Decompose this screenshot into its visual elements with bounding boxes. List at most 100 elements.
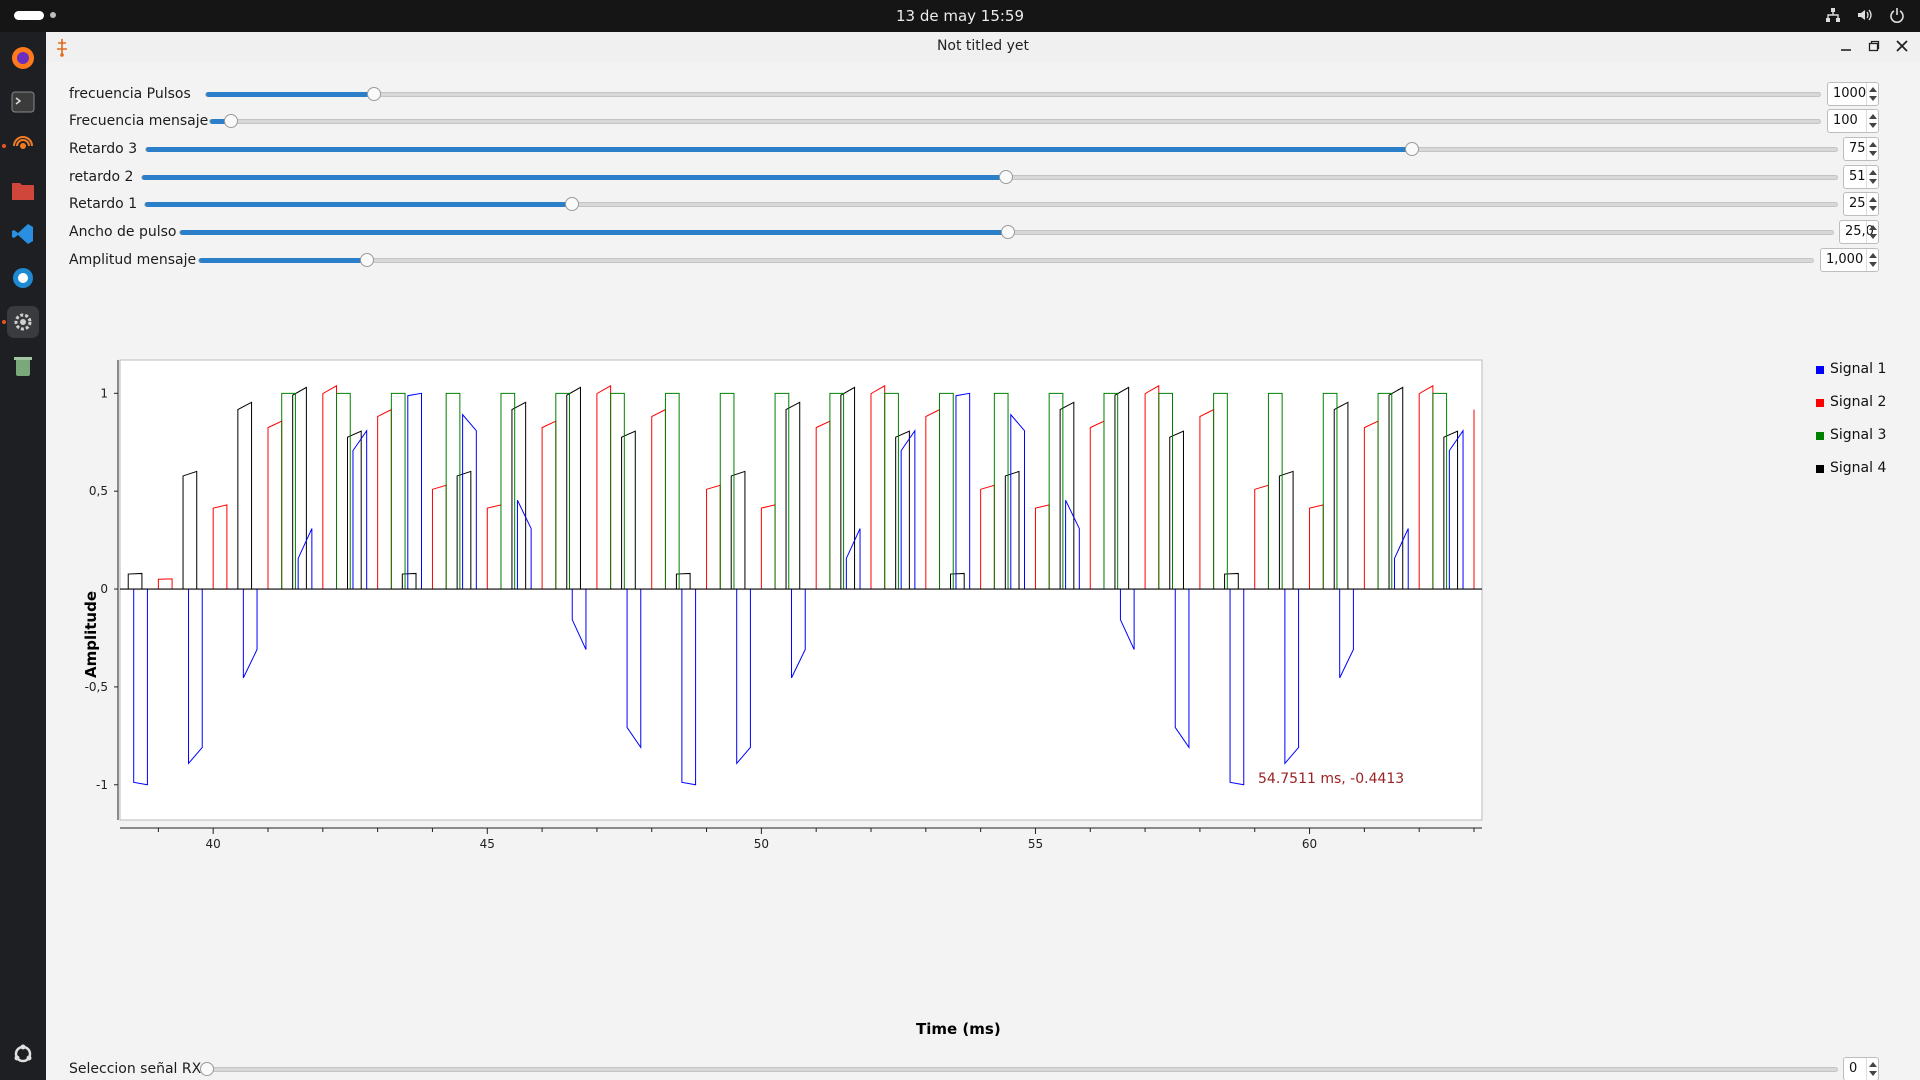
slider-label: Ancho de pulso [69, 224, 177, 240]
close-button[interactable] [1894, 38, 1910, 54]
slider-label: Seleccion señal RX [69, 1061, 202, 1077]
firefox-icon[interactable] [7, 42, 39, 74]
arrow-up-icon[interactable] [1869, 1062, 1877, 1067]
show-apps-icon[interactable] [7, 1038, 39, 1070]
gnuradio-icon[interactable] [7, 130, 39, 162]
spinbox-value: 1000 [1833, 86, 1867, 101]
slider-label: Frecuencia mensaje [69, 113, 209, 129]
slider-row: Retardo 3 75 [46, 135, 1920, 163]
legend-swatch [1816, 399, 1824, 407]
minimize-button[interactable] [1838, 38, 1854, 54]
spinbox-arrows[interactable] [1866, 138, 1878, 160]
spinbox-arrows[interactable] [1866, 83, 1878, 105]
slider-label: Retardo 1 [69, 196, 138, 212]
value-spinbox[interactable]: 1,000 [1820, 248, 1879, 272]
y-tick-label: 0 [100, 582, 108, 596]
running-indicator-icon [2, 320, 6, 324]
arrow-up-icon[interactable] [1869, 197, 1877, 202]
top-bar: 13 de may 15:59 [0, 0, 1920, 32]
slider-label: frecuencia Pulsos [69, 86, 191, 102]
terminal-icon[interactable] [7, 86, 39, 118]
arrow-up-icon[interactable] [1869, 225, 1877, 230]
spinbox-arrows[interactable] [1866, 110, 1878, 132]
arrow-down-icon[interactable] [1869, 179, 1877, 184]
slider-label: Amplitud mensaje [69, 252, 197, 268]
slider-track[interactable] [198, 253, 1814, 267]
volume-icon[interactable] [1856, 6, 1874, 24]
value-spinbox[interactable]: 0 [1843, 1057, 1879, 1080]
trash-icon[interactable] [7, 350, 39, 382]
slider-track[interactable] [145, 142, 1838, 156]
spinbox-value: 100 [1833, 113, 1858, 128]
slider-row: Retardo 1 25 [46, 190, 1920, 218]
arrow-up-icon[interactable] [1869, 253, 1877, 258]
arrow-up-icon[interactable] [1869, 142, 1877, 147]
activities-button[interactable] [14, 11, 44, 20]
slider-track[interactable] [209, 114, 1821, 128]
slider-handle[interactable] [200, 1062, 214, 1076]
title-bar[interactable]: Not titled yet [46, 32, 1920, 62]
slider-handle[interactable] [998, 170, 1013, 184]
value-spinbox[interactable]: 75 [1843, 137, 1879, 161]
x-tick-label: 50 [754, 837, 769, 851]
spinbox-arrows[interactable] [1866, 221, 1878, 243]
spinbox-arrows[interactable] [1866, 193, 1878, 215]
arrow-up-icon[interactable] [1869, 170, 1877, 175]
y-tick-label: 1 [100, 386, 108, 400]
arrow-down-icon[interactable] [1869, 151, 1877, 156]
arrow-down-icon[interactable] [1869, 123, 1877, 128]
system-tray[interactable] [1824, 6, 1906, 24]
slider-handle[interactable] [367, 87, 382, 101]
arrow-down-icon[interactable] [1869, 1071, 1877, 1076]
cursor-readout: 54.7511 ms, -0.4413 [1258, 771, 1405, 787]
maximize-button[interactable] [1866, 38, 1882, 54]
slider-track[interactable] [141, 170, 1838, 184]
x-tick-label: 60 [1302, 837, 1317, 851]
value-spinbox[interactable]: 1000 [1827, 82, 1879, 106]
y-tick-label: -1 [96, 778, 108, 792]
arrow-down-icon[interactable] [1869, 96, 1877, 101]
slider-fill [199, 258, 368, 263]
spinbox-arrows[interactable] [1866, 1058, 1878, 1080]
time-sink-plot[interactable]: 1 0,5 0 -0,5 -1 40 45 50 55 60 Signal 1 Signal 2 Si… [46, 322, 1920, 1052]
value-spinbox[interactable]: 25,0 [1839, 220, 1879, 244]
slider-handle[interactable] [564, 197, 579, 211]
network-icon[interactable] [1824, 6, 1842, 24]
settings-icon[interactable] [7, 306, 39, 338]
arrow-up-icon[interactable] [1869, 87, 1877, 92]
spinbox-value: 51 [1849, 169, 1866, 184]
spinbox-value: 75 [1849, 141, 1866, 156]
software-icon[interactable] [7, 262, 39, 294]
value-spinbox[interactable]: 25 [1843, 192, 1879, 216]
app-window: Not titled yet frecuencia Pulsos 1000 Frec… [46, 32, 1920, 1080]
spinbox-arrows[interactable] [1866, 166, 1878, 188]
slider-row: Amplitud mensaje 1,000 [46, 246, 1920, 274]
value-spinbox[interactable]: 51 [1843, 165, 1879, 189]
legend-swatch [1816, 432, 1824, 440]
value-spinbox[interactable]: 100 [1827, 109, 1879, 133]
slider-track[interactable] [205, 87, 1821, 101]
vscode-icon[interactable] [7, 218, 39, 250]
power-icon[interactable] [1888, 6, 1906, 24]
plot-background[interactable] [119, 359, 1483, 821]
slider-track[interactable] [200, 1062, 1838, 1076]
plot-canvas[interactable]: 1 0,5 0 -0,5 -1 40 45 50 55 60 [46, 322, 1920, 1052]
slider-handle[interactable] [1405, 142, 1420, 156]
arrow-down-icon[interactable] [1869, 262, 1877, 267]
arrow-up-icon[interactable] [1869, 114, 1877, 119]
x-tick-label: 40 [206, 837, 221, 851]
y-axis-title: Amplitude [82, 590, 100, 678]
slider-handle[interactable] [1000, 225, 1015, 239]
files-icon[interactable] [7, 174, 39, 206]
slider-handle[interactable] [360, 253, 375, 267]
slider-track[interactable] [179, 225, 1834, 239]
clock[interactable]: 13 de may 15:59 [896, 7, 1024, 25]
slider-label: retardo 2 [69, 169, 134, 185]
spinbox-arrows[interactable] [1866, 249, 1878, 271]
slider-row: frecuencia Pulsos 1000 [46, 80, 1920, 108]
legend-label: Signal 2 [1830, 394, 1887, 410]
slider-handle[interactable] [223, 114, 238, 128]
arrow-down-icon[interactable] [1869, 234, 1877, 239]
arrow-down-icon[interactable] [1869, 206, 1877, 211]
slider-track[interactable] [144, 197, 1838, 211]
